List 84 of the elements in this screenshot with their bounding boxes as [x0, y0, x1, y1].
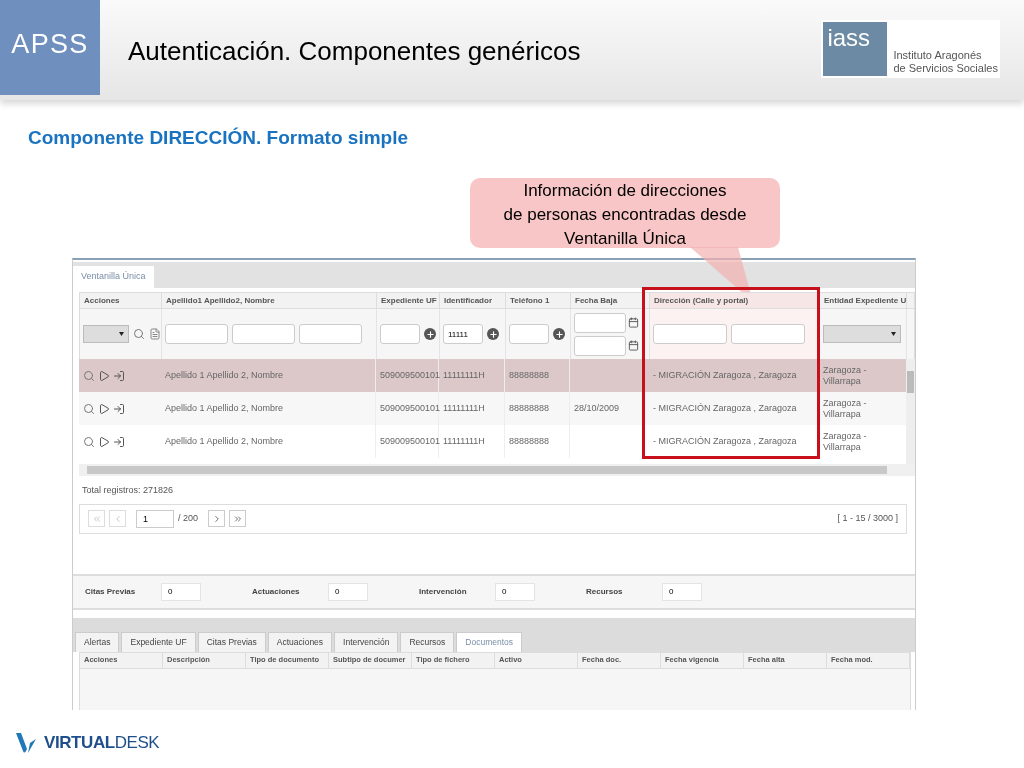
next-page-button[interactable] — [208, 510, 226, 527]
page-count: / 200 — [178, 511, 199, 525]
search-icon[interactable] — [133, 328, 145, 340]
search-icon[interactable] — [83, 369, 95, 382]
table-cell: - MIGRACIÓN Zaragoza , Zaragoza — [649, 425, 819, 458]
column-header: Teléfono 1 — [506, 293, 571, 308]
table-cell: Apellido 1 Apellido 2, Nombre — [161, 425, 376, 458]
caret-icon — [891, 332, 896, 336]
add-icon[interactable] — [553, 328, 565, 340]
filter-field[interactable] — [574, 312, 626, 333]
calendar-icon[interactable] — [628, 340, 639, 351]
enter-icon[interactable] — [113, 435, 125, 448]
caret-icon — [119, 332, 124, 336]
table-cell-text: 28/10/2009 — [574, 401, 620, 415]
filter-field[interactable] — [574, 335, 626, 356]
column-header: Expediente UF — [377, 293, 440, 308]
column-header: Identificador — [440, 293, 506, 308]
column-header: Apellido1 Apellido2, Nombre — [162, 293, 377, 308]
record-range: [ 1 - 15 / 3000 ] — [837, 511, 898, 525]
column-header: Dirección (Calle y portal) — [650, 293, 820, 308]
search-icon[interactable] — [83, 402, 95, 415]
search-icon[interactable] — [83, 435, 95, 448]
counter-label: Recursos — [586, 585, 624, 598]
play-icon[interactable] — [98, 369, 110, 382]
logo-icon — [14, 730, 38, 755]
table-cell-text: Zaragoza - Villarrapa — [822, 429, 868, 454]
counter-value: 0 — [328, 582, 368, 601]
counter-label: Actuaciones — [252, 585, 301, 598]
badge: APSS — [0, 0, 100, 95]
enter-icon[interactable] — [113, 369, 125, 382]
total-records: Total registros: 271826 — [82, 484, 174, 497]
double-chevron-right-icon — [232, 513, 243, 524]
page-field[interactable]: 1 — [136, 509, 174, 528]
tab[interactable]: Actuaciones — [267, 631, 333, 652]
counter-value: 0 — [161, 582, 201, 601]
tab[interactable]: Recursos — [400, 631, 455, 652]
brand-name: VIRTUALDESK — [44, 732, 160, 754]
add-icon[interactable] — [424, 328, 436, 340]
logo-text: Instituto Aragonés de Servicios Sociales — [893, 49, 998, 76]
double-chevron-left-icon — [91, 513, 102, 524]
vertical-scrollbar[interactable] — [906, 359, 915, 464]
dropdown[interactable] — [823, 325, 901, 343]
filter-field[interactable] — [165, 324, 228, 344]
table-row[interactable]: Apellido 1 Apellido 2, Nombre 509009500101 11111111H 88888888 - MIGRACIÓN Zaragoza , Zaragoza Zaragoza - Villarrapa — [79, 359, 906, 392]
calendar-icon[interactable] — [628, 317, 639, 328]
column-header: Entidad Expediente U — [820, 293, 907, 308]
add-icon[interactable] — [487, 328, 499, 340]
counter-value: 0 — [662, 582, 702, 601]
table-cell-text: Zaragoza - Villarrapa — [822, 363, 868, 388]
enter-icon[interactable] — [113, 402, 125, 415]
table-cell: 88888888 — [505, 425, 570, 458]
logo-mark: iass — [823, 22, 888, 76]
document-icon[interactable] — [149, 328, 161, 340]
counter-value: 0 — [495, 582, 535, 601]
table-cell: 11111111H — [439, 425, 505, 458]
tab[interactable]: Documentos — [456, 631, 523, 652]
counter-label: Intervención — [419, 585, 468, 598]
table-cell-text: Zaragoza - Villarrapa — [822, 396, 868, 421]
counter-label: Citas Previas — [85, 585, 137, 598]
filter-field[interactable] — [299, 324, 362, 344]
tab[interactable]: Expediente UF — [121, 631, 196, 652]
filter-field[interactable] — [232, 324, 295, 344]
tab[interactable]: Alertas — [75, 631, 120, 652]
filter-field[interactable] — [653, 324, 727, 344]
filter-field[interactable] — [509, 324, 549, 344]
play-icon[interactable] — [98, 402, 110, 415]
table-row[interactable]: Apellido 1 Apellido 2, Nombre 509009500101 11111111H 88888888 28/10/2009 - MIGRACIÓN Zaragoza , Zaragoza Zaragoza - Villarrapa — [79, 392, 906, 425]
filter-field[interactable] — [731, 324, 805, 344]
previous-page-button[interactable] — [109, 510, 126, 527]
tab[interactable]: Intervención — [334, 631, 399, 652]
dropdown[interactable] — [83, 325, 129, 343]
table-cell: 509009500101 — [376, 425, 439, 458]
filter-field[interactable]: 11111 — [443, 324, 483, 344]
tab[interactable]: Ventanilla Única — [73, 266, 154, 288]
first-page-button[interactable] — [88, 510, 105, 527]
play-icon[interactable] — [98, 435, 110, 448]
last-page-button[interactable] — [229, 510, 247, 527]
horizontal-scrollbar[interactable] — [79, 464, 915, 476]
filter-field[interactable] — [380, 324, 420, 344]
tab[interactable]: Citas Previas — [197, 631, 266, 652]
column-header: Acciones — [80, 293, 162, 308]
section-heading: Componente DIRECCIÓN. Formato simple — [28, 126, 410, 150]
callout: Información de direcciones de personas encontradas desde Ventanilla Única — [470, 178, 780, 248]
slide-title: Autenticación. Componentes genéricos — [128, 35, 581, 68]
